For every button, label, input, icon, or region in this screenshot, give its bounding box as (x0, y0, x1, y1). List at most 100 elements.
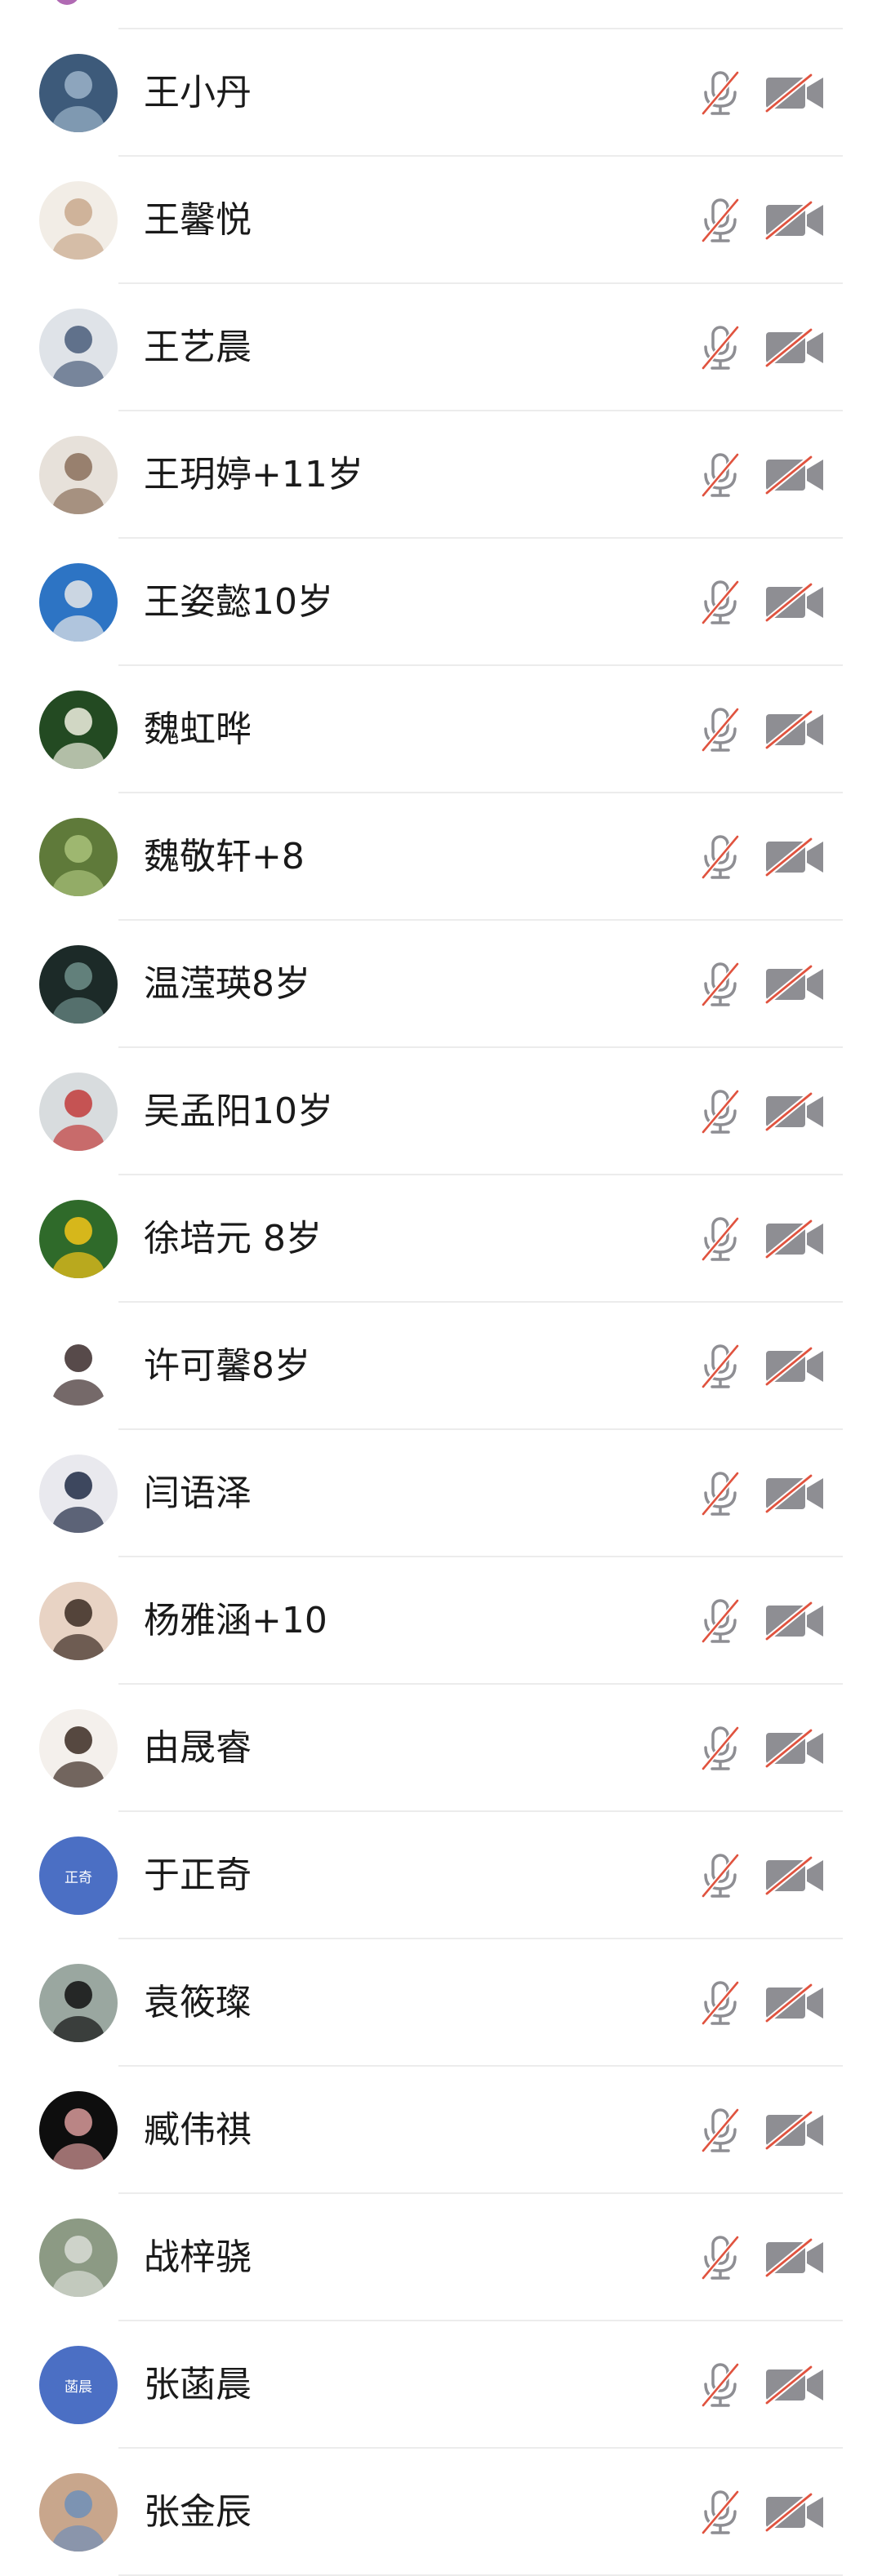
camera-off-icon[interactable] (764, 836, 825, 878)
microphone-muted-icon[interactable] (699, 2107, 742, 2153)
avatar (39, 1200, 118, 1278)
participant-row[interactable]: 由晟睿 (0, 1685, 882, 1812)
microphone-muted-icon[interactable] (699, 1598, 742, 1644)
avatar-initials: 菡晨 (65, 2378, 92, 2396)
camera-off-icon[interactable] (764, 1727, 825, 1770)
microphone-muted-icon[interactable] (699, 707, 742, 753)
microphone-muted-icon[interactable] (699, 1089, 742, 1135)
microphone-muted-icon[interactable] (699, 1980, 742, 2026)
participant-row[interactable]: 王姿懿10岁 (0, 539, 882, 666)
avatar-initials: 正奇 (65, 1869, 92, 1886)
microphone-muted-icon[interactable] (699, 2489, 742, 2535)
camera-off-icon[interactable] (764, 1600, 825, 1642)
participant-name: 王艺晨 (144, 326, 252, 368)
camera-off-icon[interactable] (764, 963, 825, 1006)
participant-row[interactable]: 袁筱璨 (0, 1939, 882, 2067)
avatar (39, 436, 118, 514)
participant-row[interactable]: 吴孟阳10岁 (0, 1048, 882, 1175)
participant-row[interactable]: 王馨悦 (0, 157, 882, 284)
participant-row[interactable]: 杨雅涵+10 (0, 1557, 882, 1685)
participant-name: 张金辰 (144, 2491, 252, 2533)
avatar (39, 2218, 118, 2297)
participant-row[interactable]: 正奇 于正奇 (0, 1812, 882, 1939)
participant-row[interactable]: 徐培元 8岁 (0, 1175, 882, 1303)
participant-name: 许可馨8岁 (144, 1345, 310, 1387)
avatar (39, 691, 118, 769)
camera-off-icon[interactable] (764, 199, 825, 242)
camera-off-icon[interactable] (764, 454, 825, 496)
participant-name: 战梓骁 (144, 2236, 252, 2278)
participant-row[interactable]: 魏虹晔 (0, 666, 882, 793)
microphone-muted-icon[interactable] (699, 325, 742, 371)
participant-list: 王小丹王馨悦王艺晨王玥婷+11岁 王姿懿10岁 魏虹晔魏敬轩+8 温滢瑛8岁吴孟阳10… (0, 29, 882, 2576)
participant-row[interactable]: 闫语泽 (0, 1430, 882, 1557)
camera-off-icon[interactable] (764, 1345, 825, 1388)
microphone-muted-icon[interactable] (699, 198, 742, 243)
avatar (39, 1327, 118, 1406)
participant-name: 魏敬轩+8 (144, 836, 305, 877)
avatar (39, 2473, 118, 2552)
avatar (39, 1455, 118, 1533)
participant-name: 徐培元 8岁 (144, 1218, 322, 1259)
microphone-muted-icon[interactable] (699, 962, 742, 1007)
camera-off-icon[interactable] (764, 708, 825, 751)
camera-off-icon[interactable] (764, 2364, 825, 2406)
avatar (54, 0, 80, 5)
microphone-muted-icon[interactable] (699, 2362, 742, 2408)
camera-off-icon[interactable] (764, 2491, 825, 2534)
microphone-muted-icon[interactable] (699, 2235, 742, 2281)
participant-row[interactable]: 王玥婷+11岁 (0, 411, 882, 539)
camera-off-icon[interactable] (764, 1472, 825, 1515)
microphone-muted-icon[interactable] (699, 1344, 742, 1389)
camera-off-icon[interactable] (764, 1218, 825, 1260)
avatar: 正奇 (39, 1837, 118, 1915)
avatar (39, 54, 118, 132)
microphone-muted-icon[interactable] (699, 1216, 742, 1262)
participant-row[interactable]: 臧伟祺 (0, 2067, 882, 2194)
avatar (39, 2091, 118, 2170)
camera-off-icon[interactable] (764, 1982, 825, 2024)
avatar (39, 1964, 118, 2042)
avatar (39, 1073, 118, 1151)
participant-row[interactable]: 王艺晨 (0, 284, 882, 411)
participant-name: 臧伟祺 (144, 2109, 252, 2151)
participant-name: 王馨悦 (144, 199, 252, 241)
participant-row[interactable]: 战梓骁 (0, 2194, 882, 2321)
participant-row[interactable]: 王小丹 (0, 29, 882, 157)
previous-list-item-edge (0, 0, 882, 29)
participant-name: 张菡晨 (144, 2364, 252, 2405)
camera-off-icon[interactable] (764, 1090, 825, 1133)
participant-name: 吴孟阳10岁 (144, 1090, 333, 1132)
microphone-muted-icon[interactable] (699, 452, 742, 498)
participant-name: 于正奇 (144, 1854, 252, 1896)
camera-off-icon[interactable] (764, 2109, 825, 2152)
microphone-muted-icon[interactable] (699, 1725, 742, 1771)
microphone-muted-icon[interactable] (699, 1853, 742, 1899)
camera-off-icon[interactable] (764, 2236, 825, 2279)
participant-row[interactable]: 魏敬轩+8 (0, 793, 882, 921)
participant-name: 魏虹晔 (144, 708, 252, 750)
participant-name: 袁筱璨 (144, 1982, 252, 2023)
participant-name: 王玥婷+11岁 (144, 454, 363, 495)
microphone-muted-icon[interactable] (699, 580, 742, 625)
avatar (39, 1582, 118, 1660)
microphone-muted-icon[interactable] (699, 834, 742, 880)
participant-name: 由晟睿 (144, 1727, 252, 1769)
participant-row[interactable]: 许可馨8岁 (0, 1303, 882, 1430)
camera-off-icon[interactable] (764, 326, 825, 369)
camera-off-icon[interactable] (764, 1854, 825, 1897)
avatar: 菡晨 (39, 2346, 118, 2424)
avatar (39, 181, 118, 260)
microphone-muted-icon[interactable] (699, 70, 742, 116)
participant-row[interactable]: 菡晨 张菡晨 (0, 2321, 882, 2449)
participant-name: 王姿懿10岁 (144, 581, 333, 623)
participant-name: 王小丹 (144, 72, 252, 113)
avatar (39, 563, 118, 642)
avatar (39, 945, 118, 1024)
camera-off-icon[interactable] (764, 581, 825, 624)
participant-row[interactable]: 张金辰 (0, 2449, 882, 2576)
avatar (39, 818, 118, 896)
participant-row[interactable]: 温滢瑛8岁 (0, 921, 882, 1048)
camera-off-icon[interactable] (764, 72, 825, 114)
microphone-muted-icon[interactable] (699, 1471, 742, 1517)
